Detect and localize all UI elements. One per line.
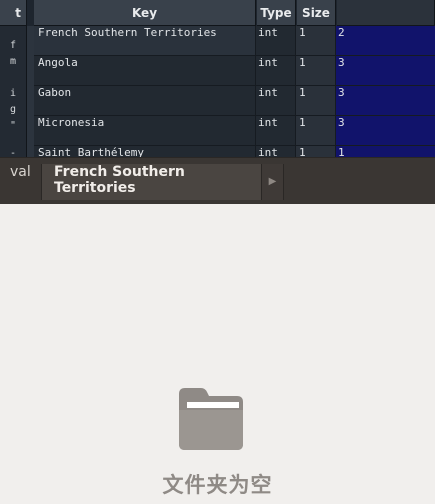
cell-type[interactable]: int bbox=[256, 26, 296, 56]
cell-type[interactable]: int bbox=[256, 56, 296, 86]
cell-key[interactable]: Gabon bbox=[34, 86, 256, 116]
table-row[interactable]: French Southern Territories int 1 2 bbox=[34, 26, 435, 56]
cell-value[interactable]: 3 bbox=[336, 116, 435, 146]
cell-key[interactable]: Micronesia bbox=[34, 116, 256, 146]
cell-type[interactable]: int bbox=[256, 86, 296, 116]
breadcrumb-current[interactable]: French Southern Territories bbox=[41, 164, 262, 200]
cell-size[interactable]: 1 bbox=[296, 146, 336, 157]
table-row[interactable]: Saint Barthélemy int 1 1 bbox=[34, 146, 435, 157]
table-row[interactable]: Micronesia int 1 3 bbox=[34, 116, 435, 146]
table-row[interactable]: Angola int 1 3 bbox=[34, 56, 435, 86]
column-header-value bbox=[337, 0, 435, 26]
chevron-right-icon[interactable]: ▶ bbox=[262, 164, 284, 200]
cell-value[interactable]: 1 bbox=[336, 146, 435, 157]
left-panel: t f m i g " - bbox=[0, 0, 27, 157]
empty-folder-message: 文件夹为空 bbox=[162, 473, 273, 497]
cell-value[interactable]: 2 bbox=[336, 26, 435, 56]
cell-size[interactable]: 1 bbox=[296, 116, 336, 146]
column-header-key[interactable]: Key bbox=[34, 0, 256, 26]
left-panel-fragment: f bbox=[9, 40, 16, 51]
left-panel-fragment: i bbox=[9, 88, 16, 99]
empty-folder-view: 文件夹为空 bbox=[0, 204, 435, 504]
column-header-size[interactable]: Size bbox=[297, 0, 336, 26]
left-panel-fragment: " bbox=[9, 120, 16, 131]
cell-size[interactable]: 1 bbox=[296, 56, 336, 86]
folder-icon bbox=[179, 388, 243, 450]
left-panel-fragment: m bbox=[9, 56, 16, 67]
cell-key[interactable]: Saint Barthélemy bbox=[34, 146, 256, 157]
row-header-strip bbox=[27, 26, 34, 157]
column-header-type[interactable]: Type bbox=[257, 0, 296, 26]
table-row[interactable]: Gabon int 1 3 bbox=[34, 86, 435, 116]
cell-type[interactable]: int bbox=[256, 146, 296, 157]
left-panel-header: t bbox=[0, 0, 26, 26]
cell-value[interactable]: 3 bbox=[336, 86, 435, 116]
cell-key[interactable]: French Southern Territories bbox=[34, 26, 256, 56]
breadcrumb-parent[interactable]: val bbox=[0, 164, 40, 200]
cell-value[interactable]: 3 bbox=[336, 56, 435, 86]
left-panel-fragment: - bbox=[9, 148, 16, 157]
path-bar: val French Southern Territories ▶ bbox=[0, 157, 435, 204]
cell-size[interactable]: 1 bbox=[296, 26, 336, 56]
table-region: t f m i g " - Key Type Size French South… bbox=[0, 0, 435, 157]
cell-key[interactable]: Angola bbox=[34, 56, 256, 86]
left-panel-fragment: g bbox=[9, 104, 16, 115]
cell-type[interactable]: int bbox=[256, 116, 296, 146]
cell-size[interactable]: 1 bbox=[296, 86, 336, 116]
